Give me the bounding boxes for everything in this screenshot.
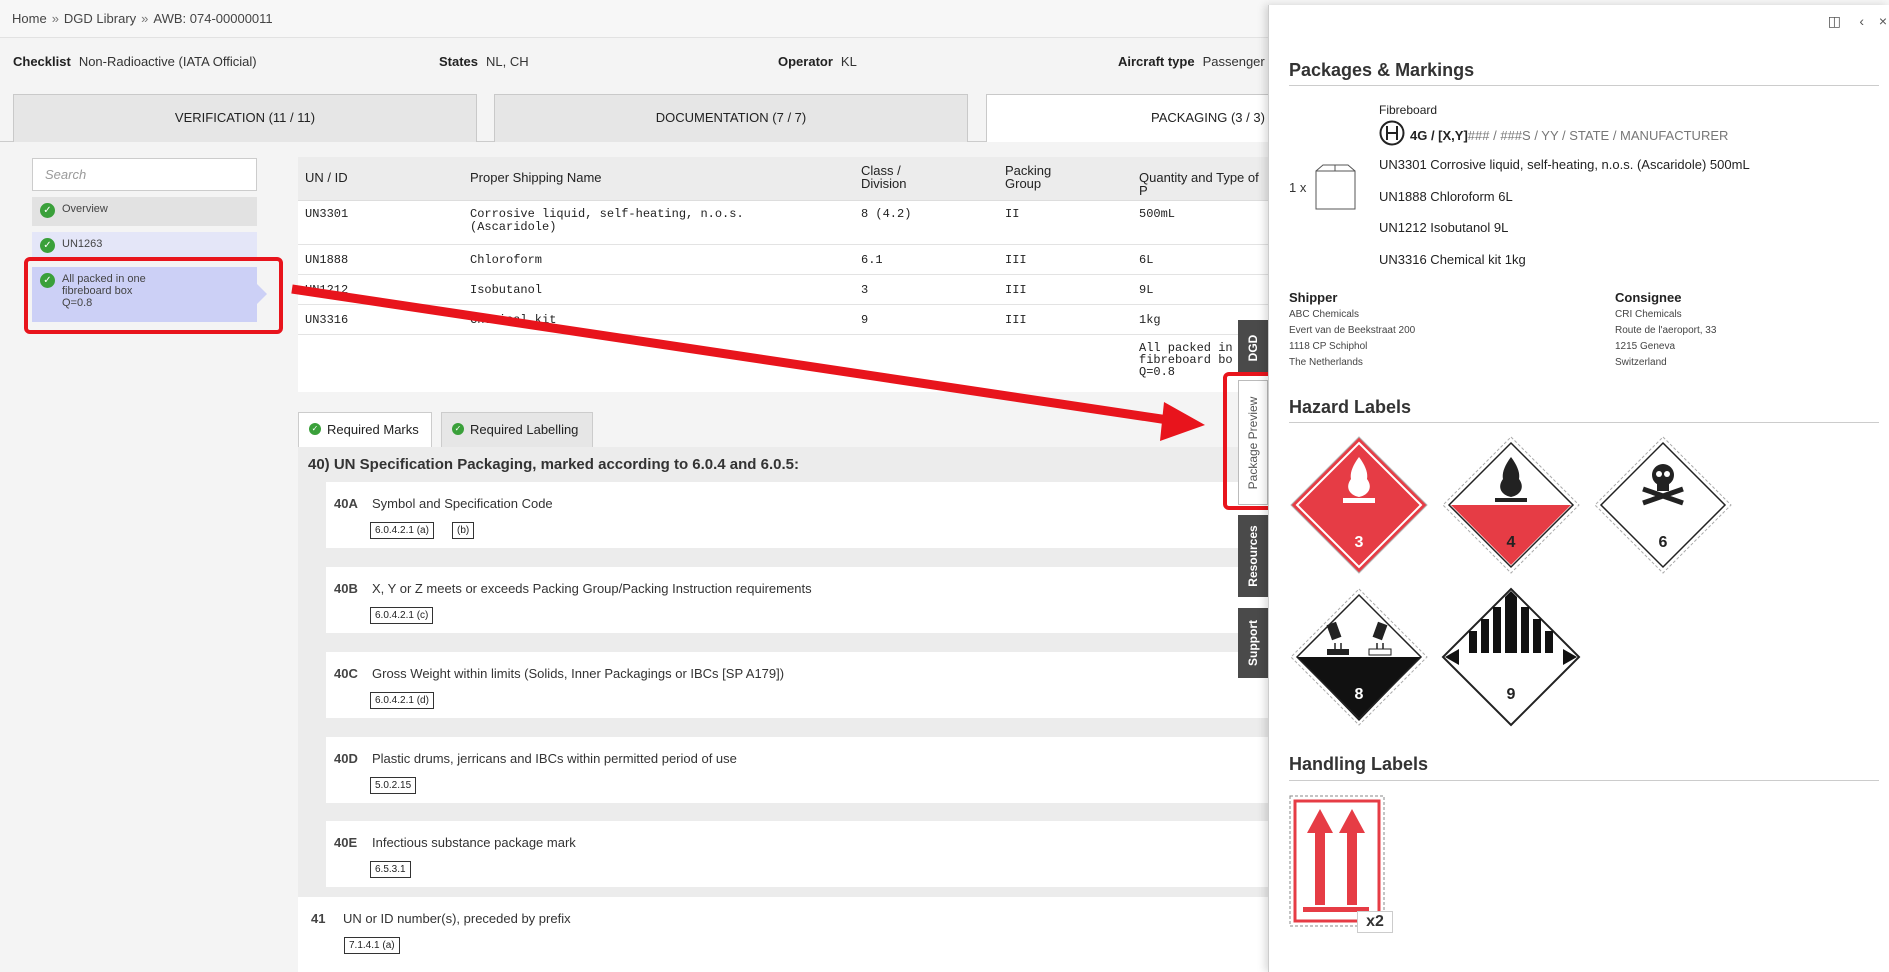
address-line: 1215 Geneva xyxy=(1615,341,1676,352)
hazard-label-class-4: 4 xyxy=(1442,436,1580,574)
shipper-title: Shipper xyxy=(1289,290,1338,305)
hazard-class-number: 8 xyxy=(1355,686,1364,703)
address-line: Switzerland xyxy=(1615,357,1667,368)
package-content-item: UN3316 Chemical kit 1kg xyxy=(1379,252,1526,267)
hazard-label-class-6: 6 xyxy=(1594,436,1732,574)
handling-label-count: x2 xyxy=(1357,911,1393,933)
hazard-label-class-8: 8 xyxy=(1290,588,1428,726)
address-line: ABC Chemicals xyxy=(1289,309,1360,320)
hazard-label-class-3: 3 xyxy=(1290,436,1428,574)
hazard-labels-title: Hazard Labels xyxy=(1289,397,1412,417)
un-packaging-symbol-icon xyxy=(1379,120,1405,146)
package-preview-panel: ◫ ‹ × Packages & Markings Fibreboard 4G … xyxy=(1268,5,1889,972)
hazard-class-number: 6 xyxy=(1659,534,1668,551)
spec-code-hash: ### xyxy=(1467,128,1490,143)
address-line: Route de l'aeroport, 33 xyxy=(1615,325,1717,336)
packaging-material: Fibreboard xyxy=(1379,103,1438,117)
consignee-title: Consignee xyxy=(1615,290,1682,305)
close-icon[interactable]: × xyxy=(1879,13,1887,29)
hazard-class-number: 3 xyxy=(1355,534,1364,551)
address-line: The Netherlands xyxy=(1289,357,1363,368)
divider xyxy=(1289,85,1879,86)
handling-labels-title: Handling Labels xyxy=(1289,754,1429,774)
package-content-item: UN1888 Chloroform 6L xyxy=(1379,189,1513,204)
this-way-up-label xyxy=(1289,795,1385,927)
consignee-address: Consignee CRI Chemicals Route de l'aerop… xyxy=(1615,289,1716,371)
package-content-item: UN3301 Corrosive liquid, self-heating, n… xyxy=(1379,157,1750,172)
spec-code-rest: / ###S / YY / STATE / MANUFACTURER xyxy=(1493,128,1729,143)
split-view-icon[interactable]: ◫ xyxy=(1828,13,1841,30)
address-line: 1118 CP Schiphol xyxy=(1289,341,1368,352)
package-content-item: UN1212 Isobutanol 9L xyxy=(1379,220,1509,235)
box-icon xyxy=(1315,164,1356,210)
address-line: CRI Chemicals xyxy=(1615,309,1682,320)
hazard-label-class-9: 9 xyxy=(1441,587,1581,727)
chevron-left-icon[interactable]: ‹ xyxy=(1859,13,1864,29)
shipper-address: Shipper ABC Chemicals Evert van de Beeks… xyxy=(1289,289,1415,371)
spec-code: 4G / [X,Y]### / ###S / YY / STATE / MANU… xyxy=(1410,128,1728,143)
hazard-class-number: 9 xyxy=(1507,686,1516,703)
package-count: 1 x xyxy=(1289,180,1307,195)
hazard-class-number: 4 xyxy=(1507,534,1516,551)
spec-code-main: 4G / [X,Y] xyxy=(1410,128,1468,143)
address-line: Evert van de Beekstraat 200 xyxy=(1289,325,1416,336)
panel-title: Packages & Markings xyxy=(1289,60,1475,80)
divider xyxy=(1289,422,1879,423)
divider xyxy=(1289,780,1879,781)
